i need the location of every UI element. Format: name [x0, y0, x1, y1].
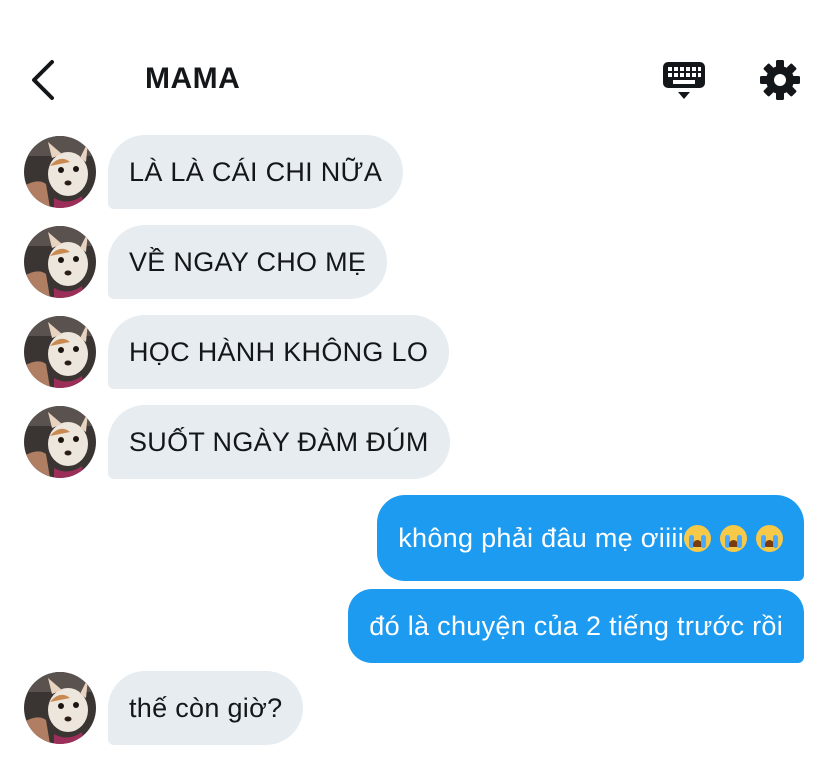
dog-photo-avatar: [24, 136, 96, 208]
loudly-crying-face-icon: [684, 525, 711, 552]
dog-photo-avatar: [24, 226, 96, 298]
message-bubble[interactable]: thế còn giờ?: [108, 671, 304, 745]
dog-photo-avatar: [24, 316, 96, 388]
avatar[interactable]: [24, 316, 96, 388]
message-text: không phải đâu mẹ ơiiii: [398, 523, 684, 553]
message-bubble-outgoing[interactable]: đó là chuyện của 2 tiếng trước rồi: [348, 589, 804, 663]
message-bubble[interactable]: SUỐT NGÀY ĐÀM ĐÚM: [108, 405, 450, 479]
message-thread: LÀ LÀ CÁI CHI NỮA VỀ NGAY CHO MẸ HỌC HÀN…: [0, 0, 828, 761]
dog-photo-avatar: [24, 672, 96, 744]
dog-photo-avatar: [24, 406, 96, 478]
avatar[interactable]: [24, 406, 96, 478]
message-bubble[interactable]: HỌC HÀNH KHÔNG LO: [108, 315, 450, 389]
avatar[interactable]: [24, 672, 96, 744]
message-bubble[interactable]: VỀ NGAY CHO MẸ: [108, 225, 388, 299]
message-bubble[interactable]: LÀ LÀ CÁI CHI NỮA: [108, 135, 404, 209]
avatar[interactable]: [24, 226, 96, 298]
avatar[interactable]: [24, 136, 96, 208]
loudly-crying-face-icon: [756, 525, 783, 552]
loudly-crying-face-icon: [720, 525, 747, 552]
message-bubble-outgoing[interactable]: không phải đâu mẹ ơiiii: [377, 495, 804, 581]
